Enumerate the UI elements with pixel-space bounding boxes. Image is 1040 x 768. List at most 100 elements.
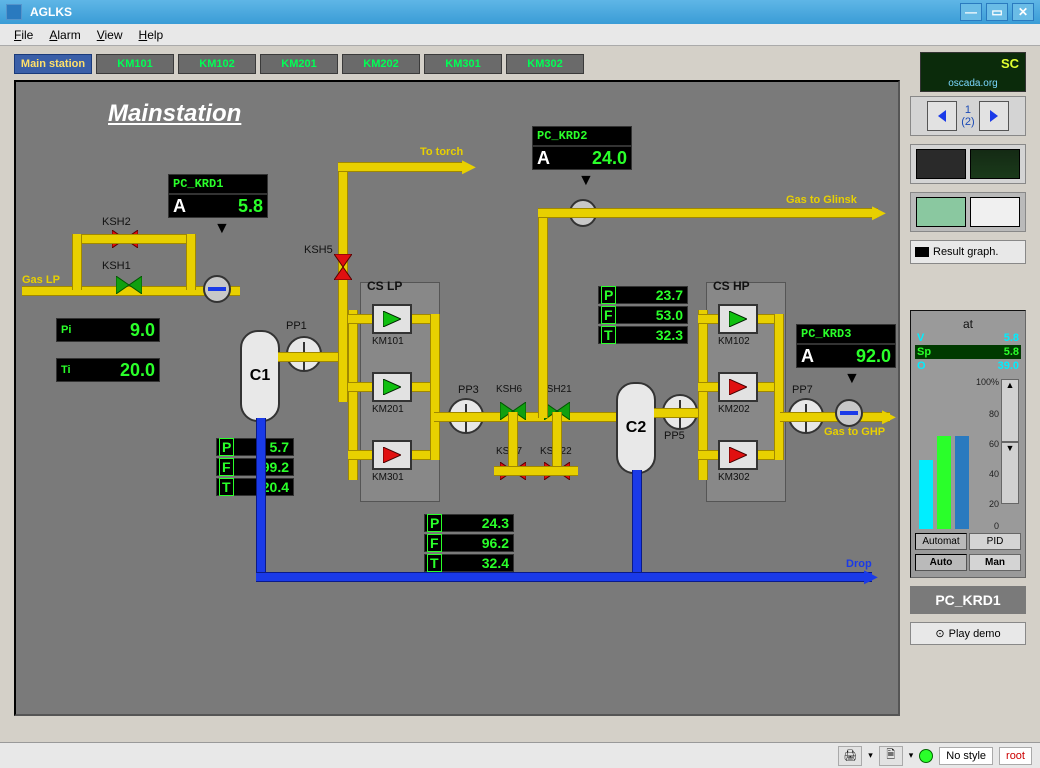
label-gas-glinsk: Gas to Glinsk: [786, 194, 857, 206]
pipe: [348, 450, 372, 460]
ti-value: 20.0: [120, 360, 155, 381]
pi-value: 9.0: [130, 320, 155, 341]
pipe: [538, 208, 548, 418]
c2-t: T32.3: [598, 326, 688, 344]
tab-km202[interactable]: KM202: [342, 54, 420, 74]
pipe: [538, 208, 878, 218]
tab-km302[interactable]: KM302: [506, 54, 584, 74]
page-title: Mainstation: [108, 100, 241, 128]
mode-man[interactable]: Man: [969, 554, 1021, 571]
control-v: V5.8: [915, 331, 1021, 345]
pipe: [338, 162, 348, 402]
pc-krd2-name: PC_KRD2: [532, 126, 632, 146]
reg-valve-krd1[interactable]: [202, 274, 232, 304]
label-pp3: PP3: [458, 384, 479, 396]
statusbar: 🖨▾ 🗎▾ No style root: [0, 742, 1040, 768]
valve-ksh5[interactable]: [334, 254, 352, 280]
pipe-drain: [256, 572, 872, 582]
user-field[interactable]: root: [999, 747, 1032, 765]
pp3-p: P24.3: [424, 514, 514, 532]
km102[interactable]: [718, 304, 758, 334]
reg-valve-krd3[interactable]: [834, 398, 864, 428]
km302[interactable]: [718, 440, 758, 470]
c1-f: F99.2: [216, 458, 294, 476]
pipe: [508, 412, 518, 470]
label-km302: KM302: [718, 472, 750, 483]
tab-km102[interactable]: KM102: [178, 54, 256, 74]
tool-chart-icon[interactable]: [970, 149, 1020, 179]
label-to-torch: To torch: [420, 146, 463, 158]
label-km301: KM301: [372, 472, 404, 483]
pipe: [552, 412, 562, 470]
pc-krd2-value: 24.0: [592, 148, 627, 169]
menu-file[interactable]: File: [6, 26, 41, 44]
side-panel: 1(2) Result graph. at V5.8 Sp5.8 O39.0: [910, 96, 1026, 645]
export-button[interactable]: 🗎: [879, 746, 903, 766]
label-gas-lp: Gas LP: [22, 274, 60, 286]
km202[interactable]: [718, 372, 758, 402]
label-cs-lp: CS LP: [367, 279, 402, 293]
bar-sp: [937, 436, 951, 529]
pc-krd1-name: PC_KRD1: [168, 174, 268, 194]
print-button[interactable]: 🖨: [838, 746, 862, 766]
control-sp[interactable]: Sp5.8: [915, 345, 1021, 359]
mode-auto[interactable]: Auto: [915, 554, 967, 571]
tool-bars-icon[interactable]: [916, 197, 966, 227]
titlebar: AGLKS — ▭ ✕: [0, 0, 1040, 24]
label-km101: KM101: [372, 336, 404, 347]
km201[interactable]: [372, 372, 412, 402]
pipe: [774, 314, 784, 460]
pp3-t: T32.4: [424, 554, 514, 572]
mode-automat[interactable]: Automat: [915, 533, 967, 550]
pc-krd3-a: A: [801, 346, 814, 367]
bar-o: [955, 436, 969, 529]
pipe: [348, 382, 372, 392]
pc-krd3-display[interactable]: A 92.0: [796, 344, 896, 368]
km301[interactable]: [372, 440, 412, 470]
play-demo-button[interactable]: ⊙ Play demo: [910, 622, 1026, 645]
spinner[interactable]: ▲ ▼: [1001, 379, 1019, 504]
mode-pid[interactable]: PID: [969, 533, 1021, 550]
vessel-c2[interactable]: C2: [616, 382, 656, 474]
close-button[interactable]: ✕: [1012, 3, 1034, 21]
label-pp5: PP5: [664, 430, 685, 442]
valve-ksh1[interactable]: [116, 276, 142, 294]
pi-display: Pi 9.0: [56, 318, 160, 342]
label-km102: KM102: [718, 336, 750, 347]
menu-help[interactable]: Help: [131, 26, 172, 44]
km101[interactable]: [372, 304, 412, 334]
app-icon: [6, 4, 22, 20]
nav-box: 1(2): [910, 96, 1026, 136]
pipe: [338, 162, 466, 172]
pc-krd1-display[interactable]: A 5.8: [168, 194, 268, 218]
nav-next-button[interactable]: [979, 101, 1009, 131]
menu-alarm[interactable]: Alarm: [41, 26, 88, 44]
window-title: AGLKS: [30, 5, 72, 19]
style-field[interactable]: No style: [939, 747, 993, 765]
oscada-logo: oscada.org: [920, 52, 1026, 92]
tool-doc-icon[interactable]: [970, 197, 1020, 227]
ti-display: Ti 20.0: [56, 358, 160, 382]
pp3-f: F96.2: [424, 534, 514, 552]
result-graph-button[interactable]: Result graph.: [910, 240, 1026, 264]
arrow-right-icon: ▶: [882, 406, 896, 427]
pipe: [698, 450, 718, 460]
tab-km301[interactable]: KM301: [424, 54, 502, 74]
c2-p: P23.7: [598, 286, 688, 304]
pc-krd1-a: A: [173, 196, 186, 217]
nav-prev-button[interactable]: [927, 101, 957, 131]
tool-meter-icon[interactable]: [916, 149, 966, 179]
menu-view[interactable]: View: [89, 26, 131, 44]
vessel-c1[interactable]: C1: [240, 330, 280, 422]
tab-main-station[interactable]: Main station: [14, 54, 92, 74]
label-ksh2: KSH2: [102, 216, 131, 228]
pipe: [430, 314, 440, 460]
pc-krd2-display[interactable]: A 24.0: [532, 146, 632, 170]
pipe: [698, 382, 718, 392]
pc-krd2-a: A: [537, 148, 550, 169]
c1-t: T20.4: [216, 478, 294, 496]
tab-km201[interactable]: KM201: [260, 54, 338, 74]
tab-km101[interactable]: KM101: [96, 54, 174, 74]
minimize-button[interactable]: —: [960, 3, 982, 21]
maximize-button[interactable]: ▭: [986, 3, 1008, 21]
